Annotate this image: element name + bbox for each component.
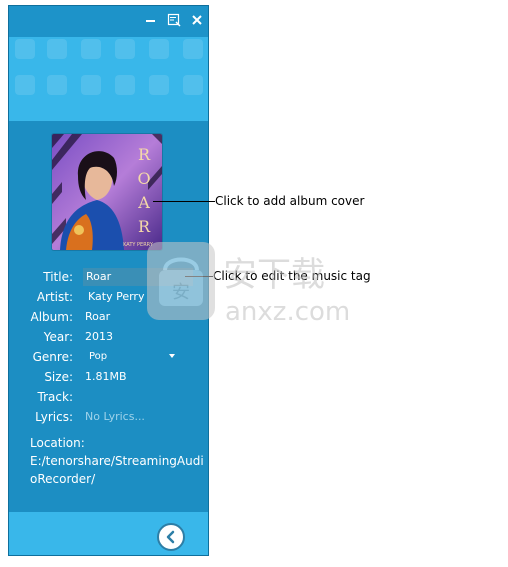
title-label: Title: [43, 270, 73, 284]
tag-callout-line [185, 276, 213, 277]
footer-bar [9, 512, 208, 555]
album-cover[interactable]: R O A R KATY PERRY [52, 134, 162, 250]
chevron-down-icon[interactable] [169, 354, 175, 358]
cover-letter: R [138, 217, 151, 236]
cover-callout-text: Click to add album cover [215, 194, 365, 208]
genre-label: Genre: [32, 350, 73, 364]
decorative-tile-header [9, 37, 208, 121]
track-label: Track: [37, 390, 73, 404]
size-value: 1.81MB [85, 370, 127, 383]
cover-letter: O [137, 169, 150, 188]
location-label: Location: [30, 436, 85, 450]
cover-callout-line [153, 201, 215, 202]
tag-callout-text: Click to edit the music tag [213, 269, 371, 283]
artist-value[interactable]: Katy Perry [88, 288, 144, 306]
album-value[interactable]: Roar [85, 308, 110, 326]
location-path: E:/tenorshare/StreamingAudioRecorder/ [30, 454, 204, 486]
genre-select[interactable]: Pop [89, 348, 107, 366]
minimize-icon[interactable] [144, 13, 158, 27]
year-label: Year: [43, 330, 73, 344]
album-label: Album: [30, 310, 74, 324]
cover-letter: R [138, 145, 151, 164]
lyrics-value[interactable]: No Lyrics... [85, 408, 145, 426]
artist-label: Artist: [36, 290, 73, 304]
music-tag-panel: R O A R KATY PERRY Title: Artist: Katy P… [8, 5, 209, 556]
year-value[interactable]: 2013 [85, 328, 113, 346]
cover-artist-text: KATY PERRY [123, 242, 154, 248]
title-input[interactable] [83, 268, 193, 286]
svg-text:anxz.com: anxz.com [225, 297, 350, 327]
back-button[interactable] [157, 523, 185, 551]
size-label: Size: [44, 370, 73, 384]
back-arrow-icon [166, 530, 175, 544]
lyrics-label: Lyrics: [35, 410, 73, 424]
title-bar [9, 6, 208, 37]
cover-letter: A [137, 193, 150, 212]
close-icon[interactable] [190, 13, 204, 27]
edit-tag-icon[interactable] [167, 13, 181, 27]
